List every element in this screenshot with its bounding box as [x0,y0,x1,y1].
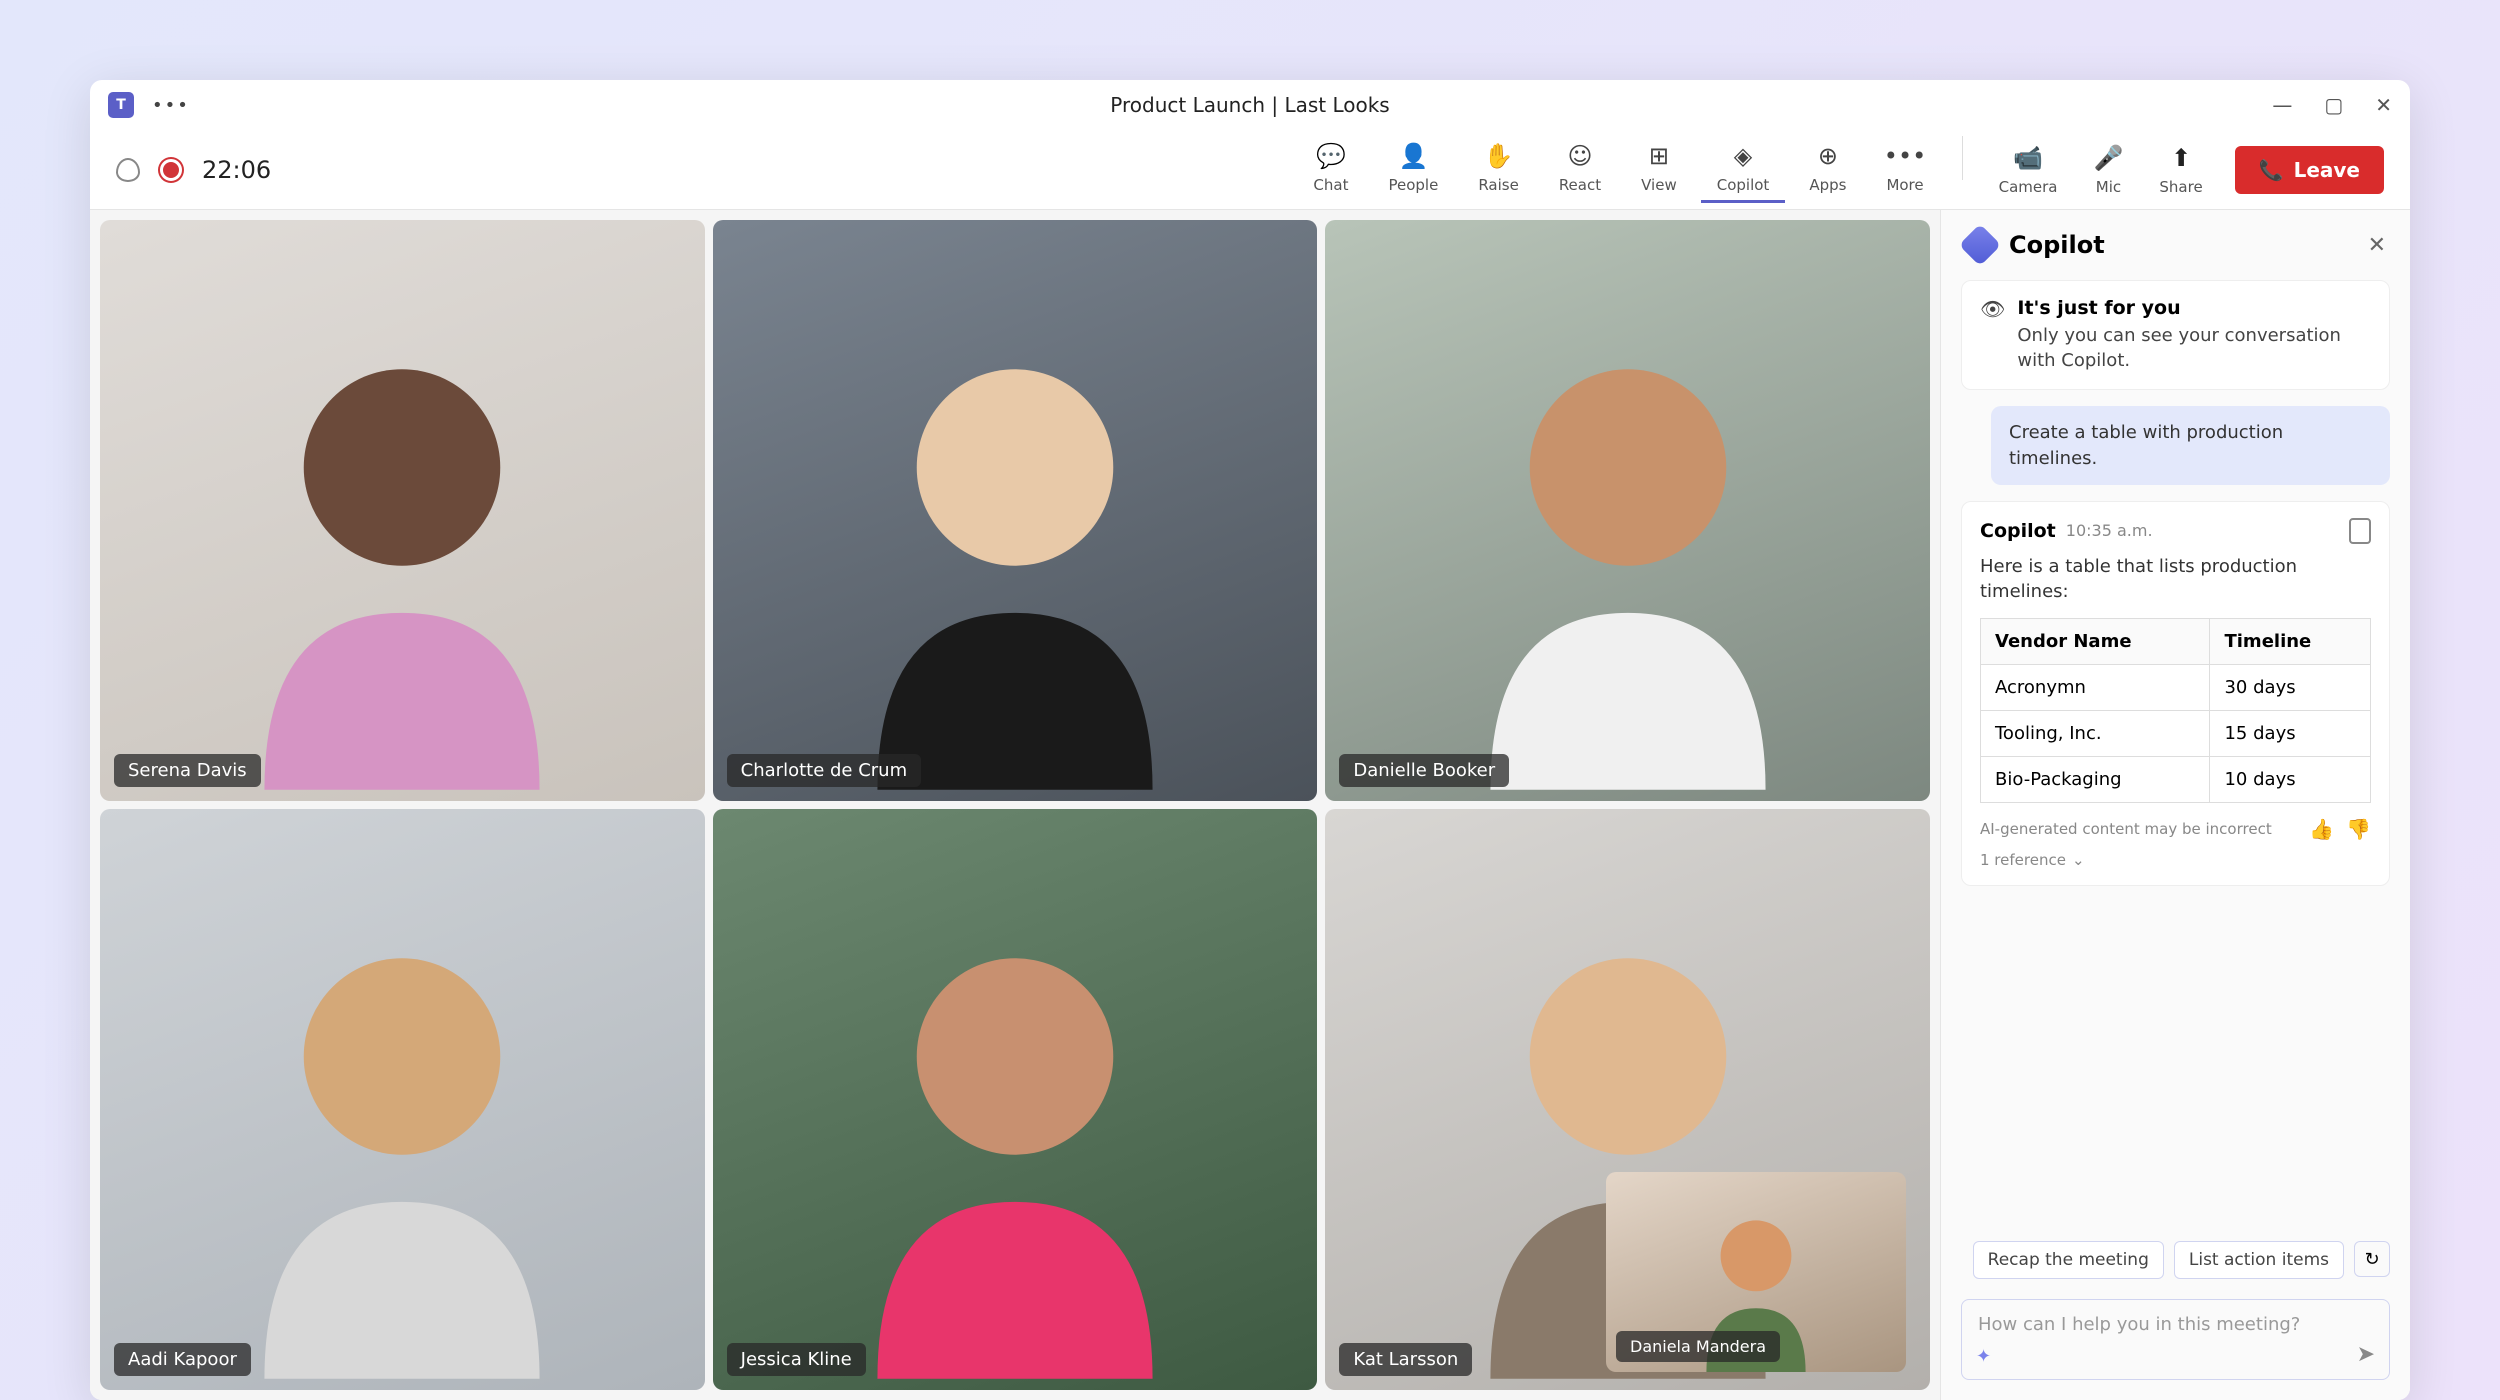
suggestion-chip[interactable]: List action items [2174,1241,2344,1279]
leave-button[interactable]: 📞Leave [2235,146,2384,194]
view-icon: ⊞ [1645,142,1673,170]
view-button[interactable]: ⊞View [1625,136,1693,203]
apps-icon: ⊕ [1814,142,1842,170]
chat-button[interactable]: 💬Chat [1297,136,1364,203]
participant-name: Kat Larsson [1339,1343,1472,1376]
people-icon: 👤 [1399,142,1427,170]
production-timeline-table: Vendor Name Timeline Acronymn30 days Too… [1980,618,2371,803]
titlebar: T ••• Product Launch | Last Looks — ▢ ✕ [90,80,2410,130]
sparkle-icon[interactable]: ✦ [1976,1346,1991,1367]
sidebar-body: 👁 It's just for you Only you can see you… [1941,280,2410,1229]
ai-disclaimer: AI-generated content may be incorrect [1980,820,2272,838]
teams-logo-icon: T [108,92,134,118]
privacy-notice: 👁 It's just for you Only you can see you… [1961,280,2390,390]
participant-avatar-icon [818,307,1211,801]
video-tile[interactable]: Kat Larsson Daniela Mandera [1325,809,1930,1390]
notice-title: It's just for you [2017,297,2371,319]
camera-button[interactable]: 📹Camera [1985,138,2072,202]
reference-toggle[interactable]: 1 reference ⌄ [1980,851,2371,869]
close-icon[interactable]: ✕ [2375,93,2392,117]
mic-icon: 🎤 [2094,144,2124,172]
copilot-icon: ◈ [1729,142,1757,170]
more-button[interactable]: •••More [1870,136,1939,203]
video-tile[interactable]: Danielle Booker [1325,220,1930,801]
copilot-sidebar: Copilot ✕ 👁 It's just for you Only you c… [1940,210,2410,1400]
send-icon[interactable]: ➤ [2357,1342,2375,1367]
video-tile[interactable]: Charlotte de Crum [713,220,1318,801]
copilot-logo-icon [1959,224,2001,266]
react-button[interactable]: ☺React [1543,136,1617,203]
share-icon: ⬆ [2171,144,2191,172]
response-time: 10:35 a.m. [2066,521,2153,540]
more-options-icon[interactable]: ••• [152,95,190,116]
table-header: Timeline [2210,619,2371,665]
meeting-toolbar: 22:06 💬Chat 👤People ✋Raise ☺React ⊞View … [90,130,2410,210]
video-grid: Serena Davis Charlotte de Crum Danielle … [90,210,1940,1400]
meeting-timer: 22:06 [202,156,271,184]
hangup-icon: 📞 [2259,158,2284,182]
sidebar-header: Copilot ✕ [1941,210,2410,280]
participant-avatar-icon [818,896,1211,1390]
table-header: Vendor Name [1981,619,2210,665]
copilot-input[interactable] [1978,1314,2373,1335]
suggestion-chip[interactable]: Recap the meeting [1973,1241,2164,1279]
mic-button[interactable]: 🎤Mic [2080,138,2138,202]
meeting-title: Product Launch | Last Looks [1110,93,1389,117]
content-area: Serena Davis Charlotte de Crum Danielle … [90,210,2410,1400]
camera-icon: 📹 [2013,144,2043,172]
raise-button[interactable]: ✋Raise [1462,136,1535,203]
copilot-button[interactable]: ◈Copilot [1701,136,1786,203]
chat-icon: 💬 [1317,142,1345,170]
participant-name: Aadi Kapoor [114,1343,251,1376]
app-window: T ••• Product Launch | Last Looks — ▢ ✕ … [90,80,2410,1400]
table-row: Tooling, Inc.15 days [1981,711,2371,757]
participant-avatar-icon [206,896,599,1390]
table-row: Bio-Packaging10 days [1981,757,2371,803]
share-button[interactable]: ⬆Share [2145,138,2216,202]
recording-icon[interactable] [160,159,182,181]
response-author: Copilot [1980,520,2056,542]
user-message: Create a table with production timelines… [1991,406,2390,484]
raise-hand-icon: ✋ [1485,142,1513,170]
shield-icon[interactable] [116,158,140,182]
participant-name: Serena Davis [114,754,261,787]
participant-name: Danielle Booker [1339,754,1509,787]
participant-avatar-icon [206,307,599,801]
self-view-pip[interactable]: Daniela Mandera [1606,1172,1906,1372]
notice-text: Only you can see your conversation with … [2017,323,2371,373]
participant-name: Jessica Kline [727,1343,866,1376]
sidebar-title: Copilot [2009,231,2354,259]
minimize-icon[interactable]: — [2272,93,2292,117]
copy-icon[interactable] [2349,518,2371,544]
thumbs-up-icon[interactable]: 👍 [2309,817,2334,841]
eye-icon: 👁 [1980,297,2005,321]
people-button[interactable]: 👤People [1372,136,1454,203]
table-row: Acronymn30 days [1981,665,2371,711]
apps-button[interactable]: ⊕Apps [1793,136,1862,203]
toolbar-separator [1962,136,1963,180]
participant-name: Charlotte de Crum [727,754,921,787]
video-tile[interactable]: Jessica Kline [713,809,1318,1390]
more-icon: ••• [1891,142,1919,170]
refresh-suggestions-icon[interactable]: ↻ [2354,1241,2390,1277]
participant-avatar-icon [1431,307,1824,801]
close-sidebar-icon[interactable]: ✕ [2368,233,2386,258]
video-tile[interactable]: Serena Davis [100,220,705,801]
copilot-input-box[interactable]: ✦ ➤ [1961,1299,2390,1380]
copilot-response: Copilot 10:35 a.m. Here is a table that … [1961,501,2390,886]
thumbs-down-icon[interactable]: 👎 [2346,817,2371,841]
response-intro: Here is a table that lists production ti… [1980,554,2371,604]
chevron-down-icon: ⌄ [2072,851,2085,869]
participant-name: Daniela Mandera [1616,1331,1780,1362]
suggestion-row: Recap the meeting List action items ↻ [1941,1229,2410,1291]
react-icon: ☺ [1566,142,1594,170]
maximize-icon[interactable]: ▢ [2324,93,2343,117]
video-tile[interactable]: Aadi Kapoor [100,809,705,1390]
